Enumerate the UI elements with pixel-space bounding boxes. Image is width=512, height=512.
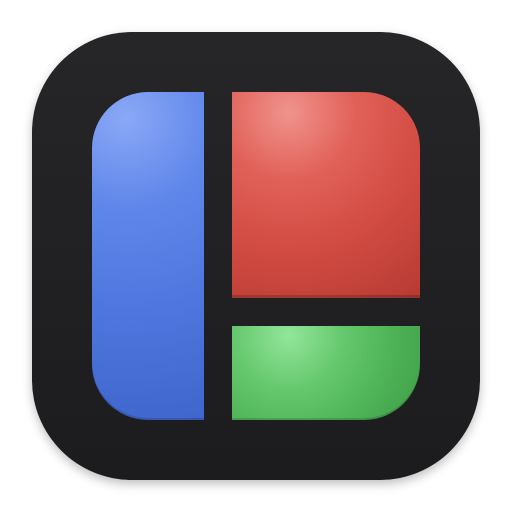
layout-grid-icon[interactable] [32, 32, 480, 480]
green-panel [232, 326, 420, 420]
canvas [0, 0, 512, 512]
red-panel [232, 92, 420, 298]
blue-panel [92, 92, 204, 420]
